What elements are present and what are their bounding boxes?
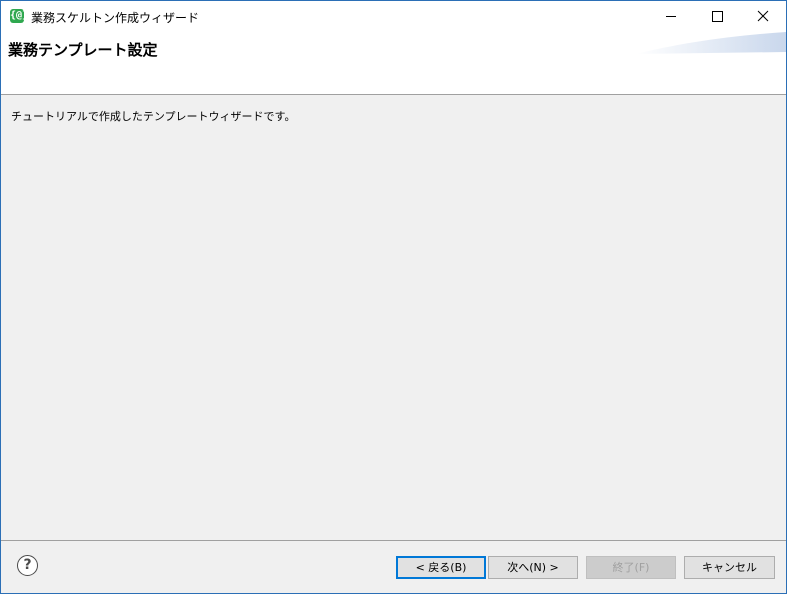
minimize-icon bbox=[666, 16, 676, 17]
banner-decoration bbox=[636, 32, 786, 54]
app-icon: {@} bbox=[10, 9, 29, 23]
wizard-banner: 業務テンプレート設定 bbox=[1, 32, 786, 95]
wizard-content: チュートリアルで作成したテンプレートウィザードです。 bbox=[1, 96, 786, 540]
next-button[interactable]: 次へ(N) > bbox=[488, 556, 578, 579]
finish-button[interactable]: 終了(F) bbox=[586, 556, 676, 579]
help-button[interactable]: ? bbox=[17, 555, 38, 576]
close-icon bbox=[757, 10, 769, 22]
window-title: 業務スケルトン作成ウィザード bbox=[31, 11, 200, 25]
close-button[interactable] bbox=[740, 1, 786, 32]
footer-separator bbox=[1, 540, 786, 541]
maximize-icon bbox=[712, 11, 723, 22]
minimize-button[interactable] bbox=[648, 1, 694, 32]
back-button[interactable]: < 戻る(B) bbox=[396, 556, 486, 579]
cancel-button[interactable]: キャンセル bbox=[684, 556, 775, 579]
wizard-window: {@} 業務スケルトン作成ウィザード 業務テンプレート設定 チュートリアルで作成… bbox=[0, 0, 787, 594]
title-bar[interactable]: {@} 業務スケルトン作成ウィザード bbox=[1, 1, 786, 32]
maximize-button[interactable] bbox=[694, 1, 740, 32]
page-title: 業務テンプレート設定 bbox=[8, 41, 158, 59]
wizard-description: チュートリアルで作成したテンプレートウィザードです。 bbox=[11, 110, 296, 123]
